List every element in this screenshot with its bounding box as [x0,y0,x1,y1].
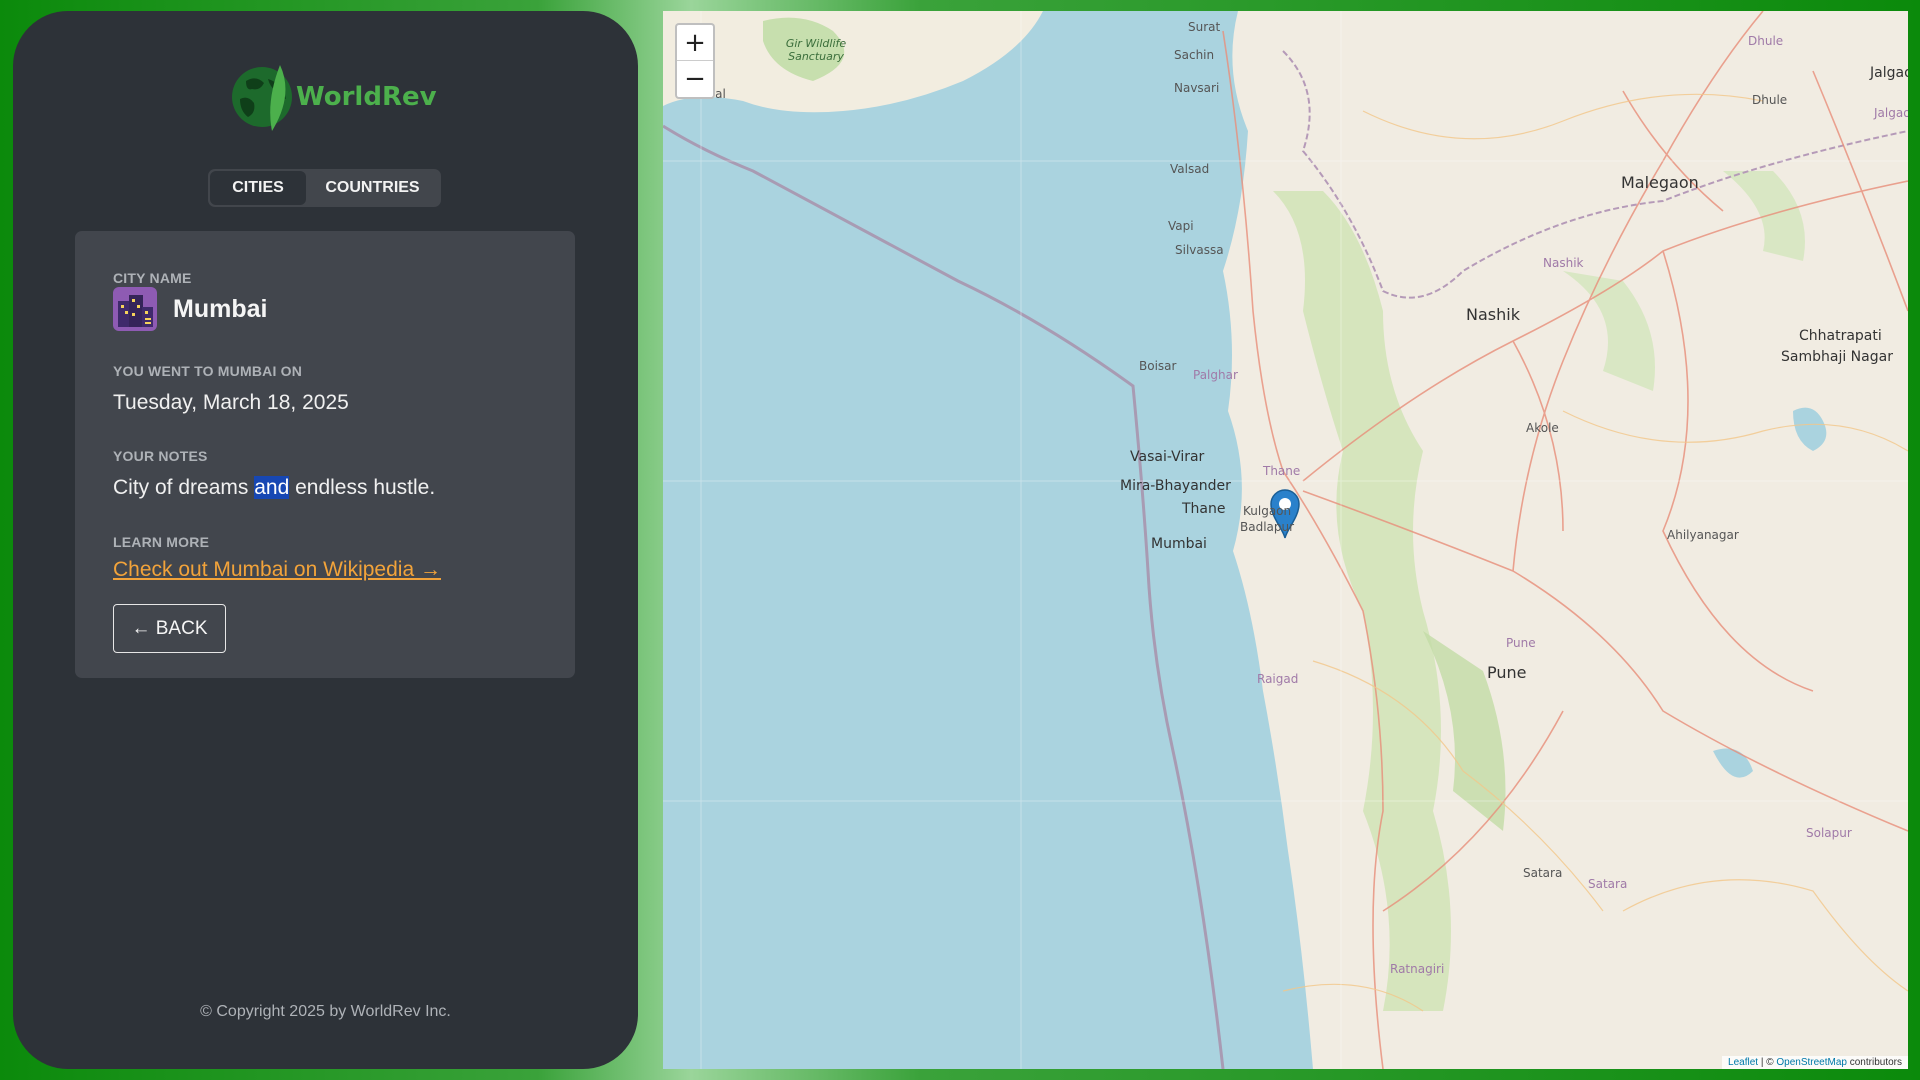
leaflet-link[interactable]: Leaflet [1728,1057,1758,1068]
visited-date-label: YOU WENT TO MUMBAI ON [113,363,303,379]
map-label-pune-district: Pune [1506,636,1536,650]
osm-link[interactable]: OpenStreetMap [1776,1057,1847,1068]
map-label-valsad: Valsad [1170,162,1210,176]
map-label-akole: Akole [1526,421,1559,435]
map-label-kulgaon: Kulgaon [1243,504,1292,518]
notes-text-start: City of dreams [113,476,255,499]
city-buildings-icon [113,287,157,331]
map-label-badlapur: Badlapur [1240,520,1295,534]
sidebar: WorldRev CITIES COUNTRIES CITY NAME Mumb… [13,11,638,1069]
map-label-jalgaon-district: Jalgaon [1874,106,1908,120]
map-label-sachin: Sachin [1174,48,1215,62]
map-label-chhatrapati: Chhatrapati [1799,328,1882,344]
map-label-satara: Satara [1523,866,1563,880]
map-label-satara-district: Satara [1588,877,1628,891]
city-name-label: CITY NAME [113,270,192,286]
city-title-row: Mumbai [113,287,267,331]
map-label-thane: Thane [1182,501,1226,517]
map-label-ratnagiri: Ratnagiri [1390,962,1445,976]
back-button[interactable]: ← BACK [113,604,226,653]
zoom-in-button[interactable]: + [677,25,713,61]
city-name: Mumbai [173,294,268,323]
notes-label: YOUR NOTES [113,448,208,464]
notes-text: City of dreams and endless hustle. [113,476,435,500]
map-label-boisar: Boisar [1139,359,1177,373]
brand-name: WorldRev [296,82,437,112]
map-label-gir-sanctuary: Gir Wildlife Sanctuary [785,37,847,63]
notes-text-end: endless hustle. [289,476,436,499]
map-label-jalgaon: Jalgaon [1870,65,1908,81]
tab-countries[interactable]: COUNTRIES [306,171,439,205]
globe-leaf-icon [232,65,292,131]
map-label-sambhaji-nagar: Sambhaji Nagar [1781,349,1893,365]
map-attribution: Leaflet | © OpenStreetMap contributors [1722,1056,1908,1069]
zoom-control: + − [675,23,715,99]
map-label-ahilyanagar: Ahilyanagar [1667,528,1739,542]
learn-more-label: LEARN MORE [113,534,210,550]
attribution-contributors: contributors [1846,1057,1902,1068]
map-label-thane-district: Thane [1263,464,1301,478]
copyright: © Copyright 2025 by WorldRev Inc. [200,1003,451,1020]
zoom-out-button[interactable]: − [677,61,713,97]
attribution-separator: | © [1758,1057,1777,1068]
wikipedia-link[interactable]: Check out Mumbai on Wikipedia → [113,558,441,582]
map-label-solapur: Solapur [1806,826,1852,840]
map-label-malegaon: Malegaon [1621,173,1699,192]
map-label-surat: Surat [1188,20,1221,34]
map[interactable]: Surat Sachin Navsari Valsad Vapi Silvass… [663,11,1908,1069]
map-label-raigad: Raigad [1257,672,1299,686]
map-label-nashik: Nashik [1466,305,1520,324]
visited-date: Tuesday, March 18, 2025 [113,391,349,414]
tab-switcher: CITIES COUNTRIES [208,169,441,207]
map-label-vasai-virar: Vasai-Virar [1130,449,1205,465]
map-label-palghar: Palghar [1193,368,1238,382]
map-label-mumbai: Mumbai [1151,536,1207,552]
map-label-silvassa: Silvassa [1175,243,1224,257]
map-label-pune: Pune [1487,663,1527,682]
map-label-navsari: Navsari [1174,81,1220,95]
map-label-dhule: Dhule [1752,93,1788,107]
tab-cities[interactable]: CITIES [210,171,306,205]
notes-text-selection: and [254,476,290,499]
map-label-mira-bhayander: Mira-Bhayander [1120,478,1231,494]
city-details-card: CITY NAME Mumbai YOU WENT TO MUMBAI ON T… [75,231,575,678]
logo[interactable]: WorldRev [228,47,448,147]
map-label-dhule-district: Dhule [1748,34,1784,48]
map-label-nashik-district: Nashik [1543,256,1584,270]
map-label-vapi: Vapi [1168,219,1194,233]
